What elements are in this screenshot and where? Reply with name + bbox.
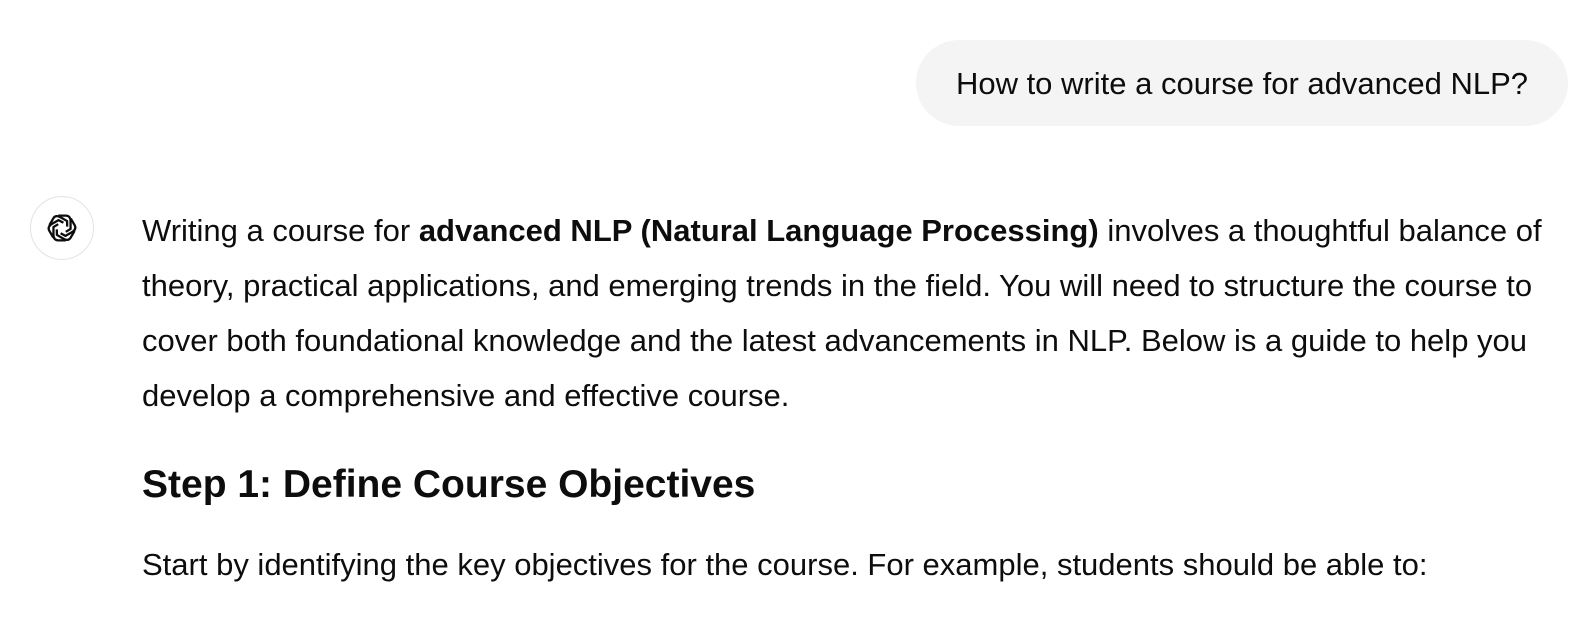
intro-bold-text: advanced NLP (Natural Language Processin…	[418, 213, 1099, 248]
assistant-intro-paragraph: Writing a course for advanced NLP (Natur…	[142, 203, 1562, 423]
assistant-message: Writing a course for advanced NLP (Natur…	[142, 203, 1562, 592]
intro-text-prefix: Writing a course for	[142, 213, 419, 248]
user-message-text: How to write a course for advanced NLP?	[955, 65, 1528, 101]
assistant-avatar	[30, 196, 94, 260]
user-message-bubble: How to write a course for advanced NLP?	[915, 40, 1568, 126]
openai-logo-icon	[43, 209, 81, 247]
step1-heading: Step 1: Define Course Objectives	[142, 463, 756, 506]
chat-page: How to write a course for advanced NLP? …	[0, 0, 1590, 620]
step1-paragraph: Start by identifying the key objectives …	[142, 547, 1428, 582]
